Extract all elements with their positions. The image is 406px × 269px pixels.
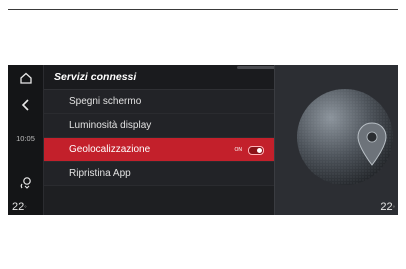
settings-list: Spegni schermo Luminosità display Geoloc… [44,90,274,186]
clock: 10:05 [16,134,35,143]
menu-item-ripristina-app[interactable]: Ripristina App [44,162,274,186]
sidebar: 10:05 22° [8,65,44,215]
voice-button[interactable] [8,175,43,193]
infotainment-screen: 10:05 22° Servizi connessi Spegni scherm… [8,65,398,215]
left-temperature[interactable]: 22° [12,201,27,213]
left-temperature-unit: ° [24,206,27,212]
menu-item-spegni-schermo[interactable]: Spegni schermo [44,90,274,114]
illustration-pane: 22° [274,65,398,215]
menu-item-geolocalizzazione[interactable]: Geolocalizzazione ON [44,138,274,162]
right-temperature[interactable]: 22° [380,201,395,213]
top-divider-line [8,9,398,10]
menu-item-label: Luminosità display [69,120,152,131]
toggle-switch[interactable] [248,146,264,155]
menu-item-label: Spegni schermo [69,96,142,107]
toggle-state-label: ON [234,147,243,153]
home-button[interactable] [8,71,43,93]
back-button[interactable] [8,98,43,120]
right-temperature-unit: ° [392,206,395,212]
voice-icon [20,177,31,189]
menu-item-label: Geolocalizzazione [69,144,151,155]
back-arrow-icon [21,99,29,111]
right-temperature-value: 22 [380,201,393,213]
menu-item-label: Ripristina App [69,168,131,179]
left-temperature-value: 22 [12,201,25,213]
globe-illustration [297,89,393,185]
page-header: Servizi connessi [44,65,283,90]
menu-item-luminosita-display[interactable]: Luminosità display [44,114,274,138]
page-title: Servizi connessi [54,71,137,83]
home-icon [19,72,32,84]
